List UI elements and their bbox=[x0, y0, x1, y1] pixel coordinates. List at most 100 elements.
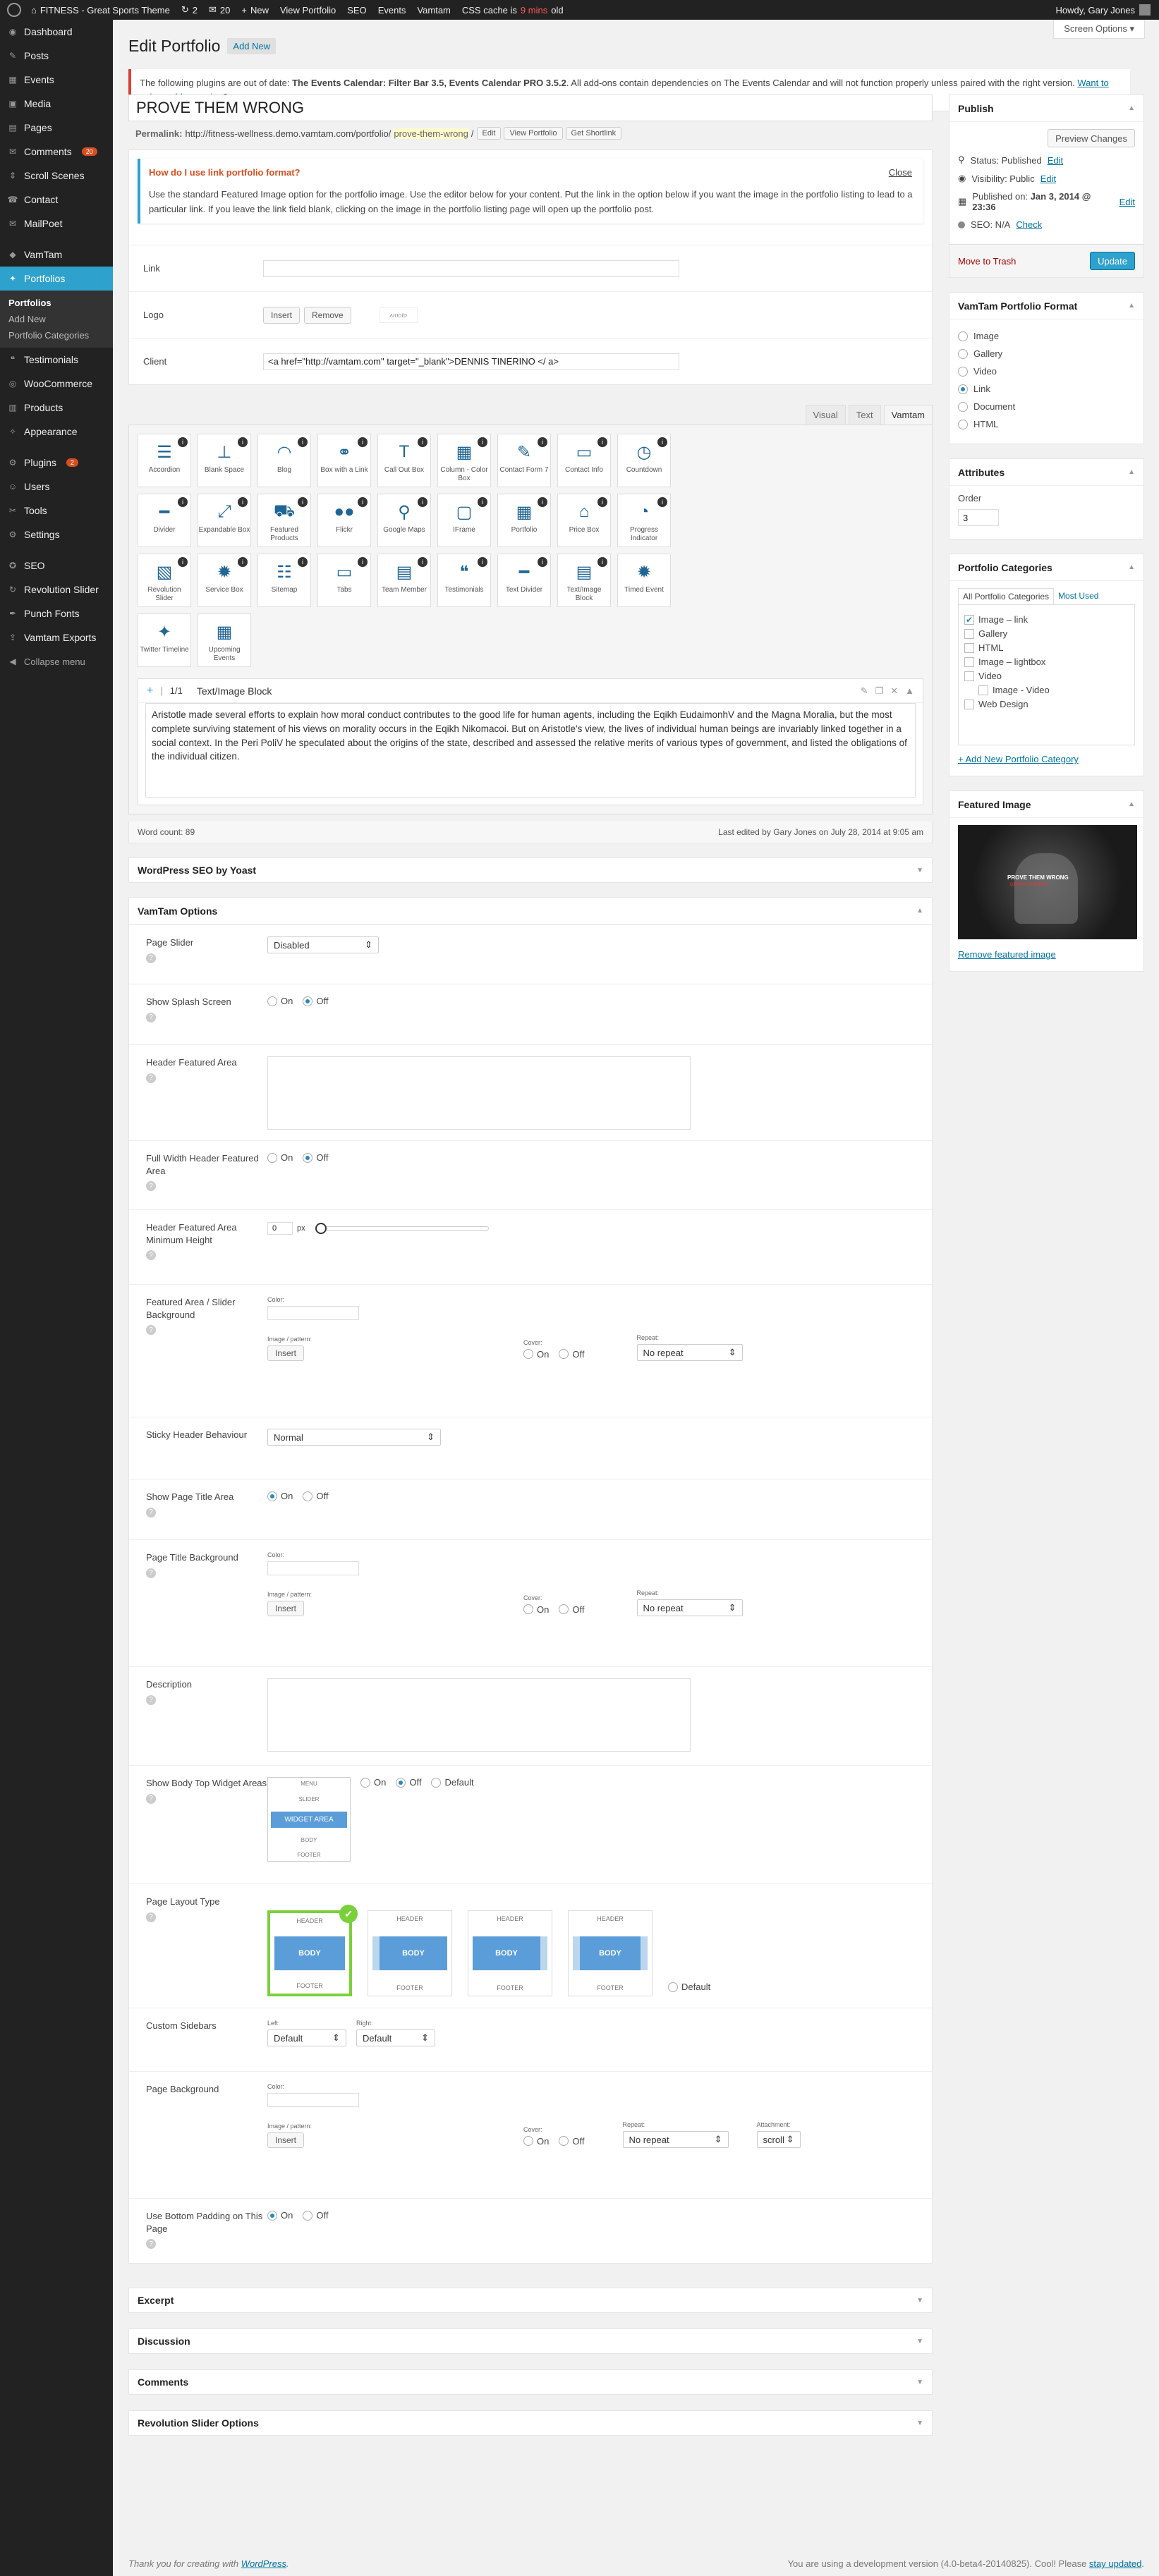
format-option-document[interactable]: Document bbox=[958, 401, 1135, 412]
vamtam-link[interactable]: Vamtam bbox=[411, 0, 456, 20]
info-icon[interactable]: i bbox=[178, 497, 188, 508]
help-icon[interactable]: ? bbox=[146, 1912, 156, 1922]
body-top-on-radio[interactable]: On bbox=[360, 1777, 386, 1788]
featured-cover-on-radio[interactable]: On bbox=[523, 1349, 549, 1360]
info-icon[interactable]: i bbox=[597, 437, 607, 448]
logo-remove-button[interactable]: Remove bbox=[304, 306, 351, 324]
featured-bg-insert-button[interactable]: Insert bbox=[267, 1345, 305, 1362]
info-icon[interactable]: i bbox=[478, 557, 487, 568]
collapse-up-icon[interactable]: ▲ bbox=[905, 685, 914, 697]
move-to-trash-link[interactable]: Move to Trash bbox=[958, 256, 1016, 267]
help-icon[interactable]: ? bbox=[146, 1793, 156, 1804]
excerpt-box[interactable]: Excerpt ▼ bbox=[128, 2288, 933, 2314]
collapse-menu-button[interactable]: ◀ Collapse menu bbox=[0, 649, 113, 673]
shortcode-text-image-block[interactable]: ▤ Text/Image Block i bbox=[557, 554, 611, 608]
info-icon[interactable]: i bbox=[478, 497, 487, 508]
sidebar-item-vamtam[interactable]: ◆ VamTam bbox=[0, 243, 113, 267]
sidebar-item-punch-fonts[interactable]: ✒ Punch Fonts bbox=[0, 602, 113, 625]
category-item[interactable]: HTML bbox=[964, 642, 1129, 653]
category-item[interactable]: Video bbox=[964, 671, 1129, 681]
shortcode-progress-indicator[interactable]: ◔ Progress Indicator i bbox=[617, 494, 671, 548]
checkbox[interactable] bbox=[964, 699, 974, 709]
shortcode-google-maps[interactable]: ⚲ Google Maps i bbox=[377, 494, 431, 548]
shortcode-iframe[interactable]: ▢ IFrame i bbox=[437, 494, 491, 548]
category-item[interactable]: ✔ Image – link bbox=[964, 614, 1129, 625]
checkbox[interactable] bbox=[964, 642, 974, 653]
help-icon[interactable]: ? bbox=[146, 1073, 156, 1083]
permalink-slug[interactable]: prove-them-wrong bbox=[394, 128, 468, 139]
format-option-gallery[interactable]: Gallery bbox=[958, 348, 1135, 359]
description-textarea[interactable] bbox=[267, 1678, 691, 1752]
info-icon[interactable]: i bbox=[418, 437, 427, 448]
shortcode-price-box[interactable]: ⌂ Price Box i bbox=[557, 494, 611, 548]
title-bg-insert-button[interactable]: Insert bbox=[267, 1601, 305, 1617]
block-content[interactable]: Aristotle made several efforts to explai… bbox=[145, 703, 916, 798]
featured-cover-off-radio[interactable]: Off bbox=[559, 1349, 585, 1360]
order-input[interactable]: 3 bbox=[958, 509, 999, 526]
page-bg-insert-button[interactable]: Insert bbox=[267, 2132, 305, 2149]
help-icon[interactable]: ? bbox=[146, 1568, 156, 1578]
view-portfolio-link[interactable]: View Portfolio bbox=[274, 0, 341, 20]
right-sidebar-select[interactable]: Default ⇕ bbox=[356, 2029, 435, 2047]
shortcode-blog[interactable]: ◠ Blog i bbox=[257, 434, 311, 488]
info-icon[interactable]: i bbox=[597, 557, 607, 568]
help-icon[interactable]: ? bbox=[146, 953, 156, 963]
help-icon[interactable]: ? bbox=[146, 1012, 156, 1023]
comments-box[interactable]: Comments ▼ bbox=[128, 2369, 933, 2395]
revolution-slider-options-box[interactable]: Revolution Slider Options ▼ bbox=[128, 2410, 933, 2436]
shortcode-column-color-box[interactable]: ▦ Column - Color Box i bbox=[437, 434, 491, 488]
my-account-link[interactable]: Howdy, Gary Jones bbox=[1056, 4, 1159, 16]
shortcode-upcoming-events[interactable]: ▦ Upcoming Events bbox=[198, 614, 251, 668]
left-sidebar-select[interactable]: Default ⇕ bbox=[267, 2029, 346, 2047]
info-icon[interactable]: i bbox=[298, 437, 308, 448]
shortcode-call-out-box[interactable]: T Call Out Box i bbox=[377, 434, 431, 488]
page-cover-off-radio[interactable]: Off bbox=[559, 2136, 585, 2147]
yoast-seo-box[interactable]: WordPress SEO by Yoast ▼ bbox=[128, 857, 933, 884]
show-title-off-radio[interactable]: Off bbox=[303, 1491, 328, 1501]
page-slider-select[interactable]: Disabled ⇕ bbox=[267, 936, 379, 954]
format-option-link[interactable]: Link bbox=[958, 384, 1135, 394]
title-repeat-select[interactable]: No repeat ⇕ bbox=[636, 1599, 743, 1617]
tab-most-used[interactable]: Most Used bbox=[1054, 588, 1103, 604]
page-attachment-select[interactable]: scroll ⇕ bbox=[756, 2131, 801, 2149]
info-icon[interactable]: i bbox=[538, 557, 547, 568]
close-help-link[interactable]: Close bbox=[889, 166, 912, 181]
min-height-slider[interactable] bbox=[315, 1223, 489, 1235]
submenu-item-portfolio-categories[interactable]: Portfolio Categories bbox=[0, 327, 113, 343]
info-icon[interactable]: i bbox=[358, 557, 368, 568]
logo-insert-button[interactable]: Insert bbox=[263, 306, 301, 324]
help-icon[interactable]: ? bbox=[146, 1325, 156, 1336]
format-option-video[interactable]: Video bbox=[958, 366, 1135, 377]
get-shortlink-button[interactable]: Get Shortlink bbox=[565, 127, 622, 140]
category-item[interactable]: Web Design bbox=[964, 699, 1129, 709]
sticky-header-select[interactable]: Normal ⇕ bbox=[267, 1429, 441, 1446]
category-item[interactable]: Image – lightbox bbox=[964, 657, 1129, 667]
shortcode-team-member[interactable]: ▤ Team Member i bbox=[377, 554, 431, 608]
info-icon[interactable]: i bbox=[657, 497, 667, 508]
help-icon[interactable]: ? bbox=[146, 1250, 156, 1261]
sidebar-item-pages[interactable]: ▤ Pages bbox=[0, 116, 113, 140]
seo-check-link[interactable]: Check bbox=[1016, 219, 1042, 230]
seo-link[interactable]: SEO bbox=[341, 0, 372, 20]
body-top-default-radio[interactable]: Default bbox=[431, 1777, 474, 1788]
featured-image-thumbnail[interactable]: PROVE THEM WRONG DENNIS TINERINO bbox=[958, 825, 1137, 939]
sidebar-item-portfolios[interactable]: ✦ Portfolios bbox=[0, 267, 113, 291]
stay-updated-link[interactable]: stay updated bbox=[1089, 2558, 1141, 2569]
shortcode-revolution-slider[interactable]: ▧ Revolution Slider i bbox=[138, 554, 191, 608]
featured-bg-color-input[interactable] bbox=[267, 1306, 359, 1321]
events-link[interactable]: Events bbox=[372, 0, 412, 20]
info-icon[interactable]: i bbox=[597, 497, 607, 508]
checkbox[interactable] bbox=[964, 671, 974, 681]
shortcode-service-box[interactable]: ✹ Service Box i bbox=[198, 554, 251, 608]
info-icon[interactable]: i bbox=[538, 497, 547, 508]
sidebar-item-plugins[interactable]: ⚙ Plugins 2 bbox=[0, 451, 113, 475]
info-icon[interactable]: i bbox=[418, 497, 427, 508]
wordpress-link[interactable]: WordPress bbox=[241, 2558, 286, 2569]
updates-link[interactable]: ↻ 2 bbox=[176, 0, 203, 20]
sidebar-item-seo[interactable]: ✪ SEO bbox=[0, 554, 113, 578]
shortcode-testimonials[interactable]: ❝ Testimonials i bbox=[437, 554, 491, 608]
info-icon[interactable]: i bbox=[657, 437, 667, 448]
add-new-button[interactable]: Add New bbox=[227, 37, 277, 54]
submenu-item-add-new[interactable]: Add New bbox=[0, 311, 113, 327]
sidebar-item-users[interactable]: ☺ Users bbox=[0, 475, 113, 499]
